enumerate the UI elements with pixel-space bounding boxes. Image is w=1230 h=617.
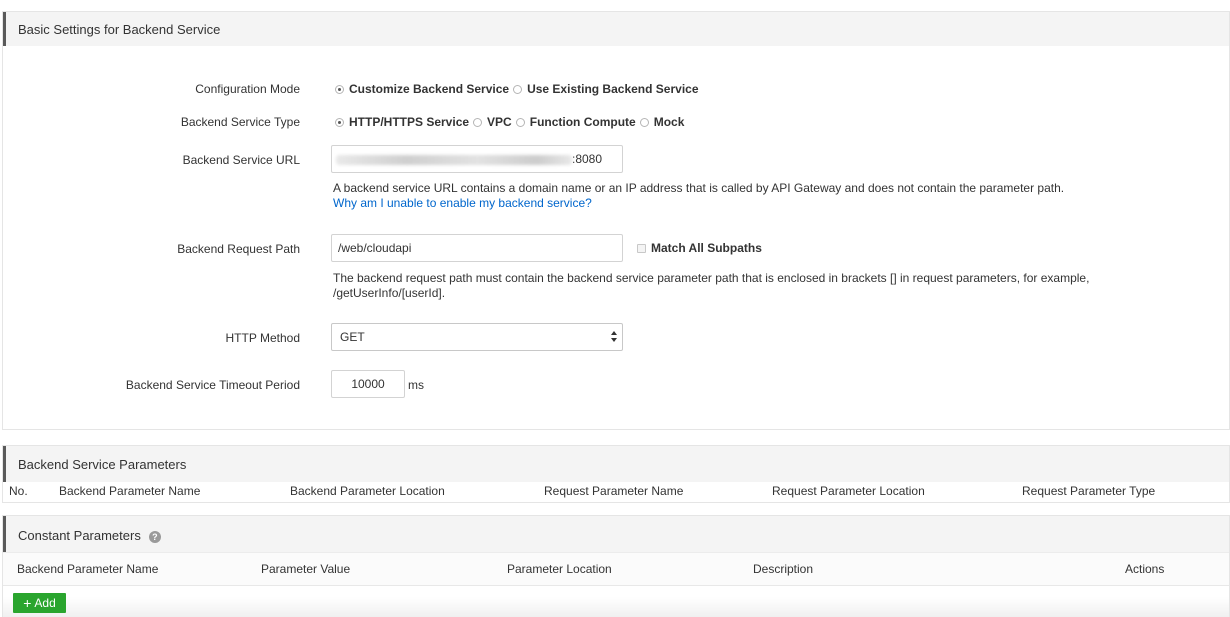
checkbox-icon[interactable] <box>637 244 646 254</box>
basic-settings-title: Basic Settings for Backend Service <box>18 22 221 37</box>
bottom-shade <box>3 597 1229 617</box>
constant-params-header: Constant Parameters? <box>3 516 1229 552</box>
service-type-radio-group: HTTP/HTTPS Service VPC Function Compute … <box>333 115 686 129</box>
timeout-input[interactable]: 10000 <box>331 370 405 398</box>
radio-selected-icon[interactable] <box>335 84 344 94</box>
add-constant-param-button[interactable]: + Add <box>13 593 66 613</box>
col-actions: Actions <box>1125 562 1165 576</box>
radio-http-https[interactable]: HTTP/HTTPS Service <box>333 115 469 129</box>
service-type-label: Backend Service Type <box>180 115 300 129</box>
basic-settings-header: Basic Settings for Backend Service <box>3 12 1229 46</box>
col-backend-param-location: Backend Parameter Location <box>290 484 445 498</box>
constant-params-panel: Constant Parameters? Backend Parameter N… <box>2 515 1230 617</box>
service-url-input[interactable]: :8080 <box>331 145 623 173</box>
radio-use-existing-backend[interactable]: Use Existing Backend Service <box>511 82 699 96</box>
service-url-help: A backend service URL contains a domain … <box>333 181 1133 211</box>
redacted-url-blur <box>336 154 572 165</box>
radio-icon[interactable] <box>639 117 649 127</box>
http-method-select[interactable]: GET <box>331 323 623 351</box>
col-param-location: Parameter Location <box>507 562 612 576</box>
service-url-help-text: A backend service URL contains a domain … <box>333 181 1065 195</box>
backend-service-help-link[interactable]: Why am I unable to enable my backend ser… <box>333 196 1133 211</box>
plus-icon: + <box>23 595 32 611</box>
col-backend-param-name: Backend Parameter Name <box>17 562 159 576</box>
request-path-help-line2: /getUserInfo/[userId]. <box>333 286 446 300</box>
col-no: No. <box>9 484 28 498</box>
request-path-input[interactable]: /web/cloudapi <box>331 234 623 262</box>
timeout-unit: ms <box>408 378 424 392</box>
col-request-param-type: Request Parameter Type <box>1022 484 1156 498</box>
radio-icon[interactable] <box>515 117 525 127</box>
radio-selected-icon[interactable] <box>335 117 344 127</box>
radio-vpc[interactable]: VPC <box>471 115 512 129</box>
request-path-help: The backend request path must contain th… <box>333 271 1133 301</box>
backend-params-title: Backend Service Parameters <box>18 457 187 472</box>
config-mode-radio-group: Customize Backend Service Use Existing B… <box>333 82 701 96</box>
http-method-label: HTTP Method <box>225 331 300 345</box>
col-request-param-location: Request Parameter Location <box>772 484 925 498</box>
col-backend-param-name: Backend Parameter Name <box>59 484 201 498</box>
radio-mock[interactable]: Mock <box>638 115 684 129</box>
basic-settings-panel: Basic Settings for Backend Service Confi… <box>2 11 1230 430</box>
request-path-help-line1: The backend request path must contain th… <box>333 271 1090 285</box>
col-description: Description <box>753 562 814 576</box>
service-url-label: Backend Service URL <box>182 153 300 167</box>
config-mode-label: Configuration Mode <box>195 82 300 96</box>
col-request-param-name: Request Parameter Name <box>544 484 684 498</box>
match-all-subpaths[interactable]: Match All Subpaths <box>637 241 762 255</box>
backend-params-panel: Backend Service Parameters No. Backend P… <box>2 445 1230 503</box>
timeout-label: Backend Service Timeout Period <box>125 378 300 392</box>
backend-params-header: Backend Service Parameters <box>3 446 1229 482</box>
col-param-value: Parameter Value <box>261 562 351 576</box>
radio-function-compute[interactable]: Function Compute <box>514 115 636 129</box>
radio-customize-backend[interactable]: Customize Backend Service <box>333 82 509 96</box>
constant-params-title: Constant Parameters? <box>18 528 161 543</box>
radio-icon[interactable] <box>513 84 523 94</box>
request-path-label: Backend Request Path <box>177 242 300 256</box>
constant-params-table-header: Backend Parameter Name Parameter Value P… <box>3 552 1229 586</box>
radio-icon[interactable] <box>473 117 483 127</box>
select-arrows-icon <box>611 331 617 343</box>
help-icon[interactable]: ? <box>148 530 161 543</box>
